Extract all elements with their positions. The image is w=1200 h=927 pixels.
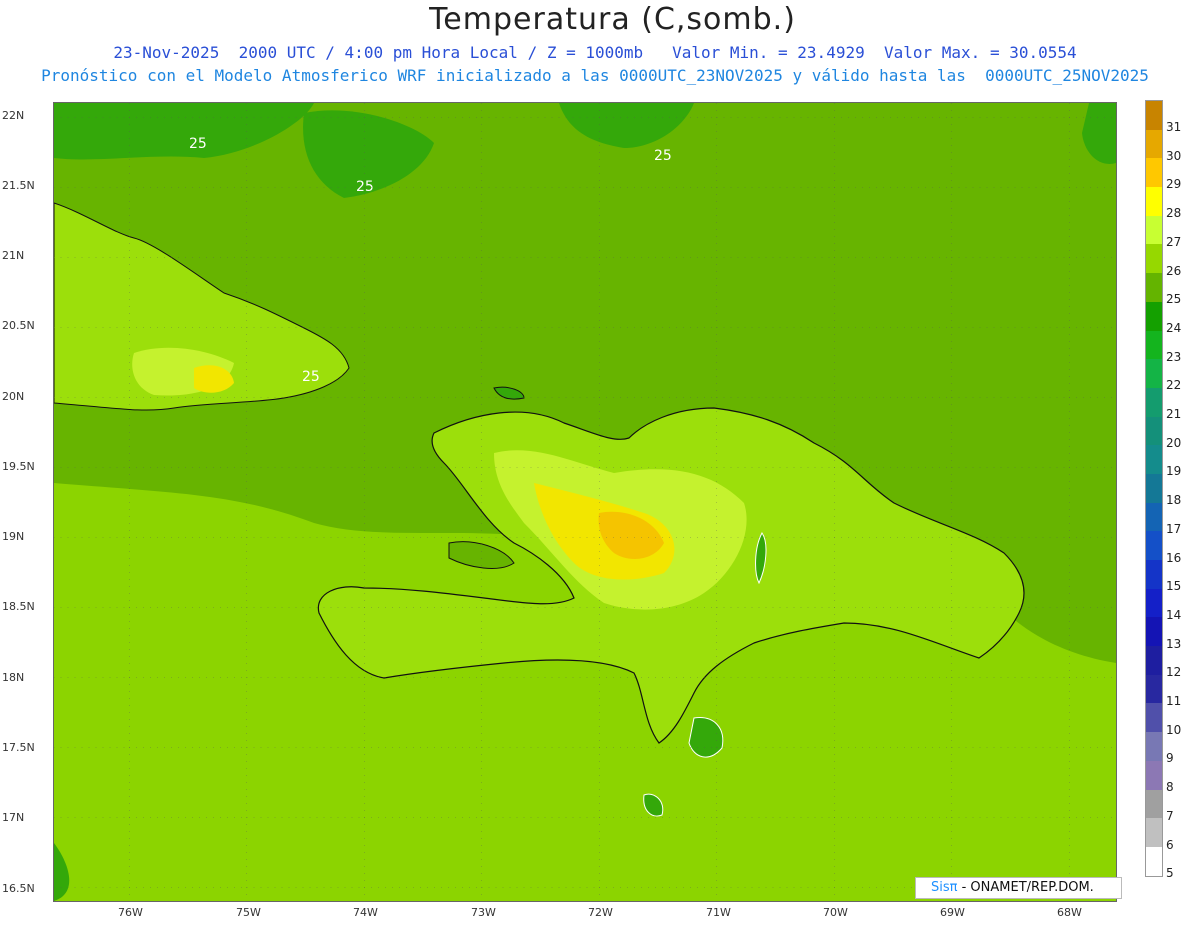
lat-label: 21.5N <box>2 179 35 192</box>
colorbar-label: 21 <box>1166 407 1182 421</box>
colorbar-label: 28 <box>1166 206 1182 221</box>
colorbar-cell <box>1145 301 1163 331</box>
colorbar-label: 18 <box>1166 493 1182 508</box>
colorbar-cell <box>1145 244 1163 274</box>
colorbar-cell <box>1145 387 1163 417</box>
colorbar-label: 23 <box>1166 349 1182 364</box>
colorbar-cell <box>1145 531 1163 560</box>
colorbar-cell <box>1145 158 1163 188</box>
colorbar-cell <box>1145 760 1163 790</box>
map-title: Temperatura (C,somb.) <box>429 2 796 37</box>
colorbar-cell <box>1145 674 1163 704</box>
colorbar-cell <box>1145 359 1163 388</box>
lat-label: 22N <box>2 109 25 122</box>
colorbar-cell <box>1145 473 1163 503</box>
colorbar-label: 27 <box>1166 234 1182 249</box>
lat-label: 17N <box>2 811 25 824</box>
colorbar-label: 13 <box>1166 636 1182 651</box>
lat-label: 19.5N <box>2 460 35 473</box>
colorbar-cell <box>1145 100 1163 130</box>
lat-label: 18.5N <box>2 600 35 613</box>
colorbar-cell <box>1145 588 1163 618</box>
lat-label: 16.5N <box>2 882 35 895</box>
lat-label: 20N <box>2 390 25 403</box>
colorbar-cell <box>1145 846 1163 877</box>
lat-label: 18N <box>2 671 25 684</box>
colorbar-cell <box>1145 416 1163 446</box>
lon-label: 68W <box>1057 906 1082 919</box>
colorbar-cell <box>1145 445 1163 474</box>
colorbar-label: 12 <box>1166 665 1182 680</box>
colorbar-label: 11 <box>1166 694 1182 708</box>
colorbar-label: 6 <box>1166 837 1174 852</box>
colorbar-cell <box>1145 330 1163 360</box>
graticule <box>54 103 1116 901</box>
credit-text: - ONAMET/REP.DOM. <box>957 880 1094 895</box>
colorbar-label: 8 <box>1166 780 1174 795</box>
lat-label: 21N <box>2 249 25 262</box>
colorbar-cell <box>1145 617 1163 647</box>
credit-box: Sisπ - ONAMET/REP.DOM. <box>915 877 1122 899</box>
colorbar-label: 20 <box>1166 435 1182 450</box>
colorbar-label: 16 <box>1166 550 1182 565</box>
subtitle-model-info: Pronóstico con el Modelo Atmosferico WRF… <box>41 66 1149 85</box>
lon-label: 74W <box>353 906 378 919</box>
colorbar-cell <box>1145 502 1163 532</box>
colorbar-label: 31 <box>1166 120 1182 134</box>
colorbar-cell <box>1145 703 1163 733</box>
colorbar-cell <box>1145 560 1163 589</box>
colorbar-label: 29 <box>1166 177 1182 192</box>
lon-label: 70W <box>823 906 848 919</box>
colorbar-cell <box>1145 273 1163 302</box>
lat-label: 20.5N <box>2 319 35 332</box>
colorbar-cell <box>1145 187 1163 216</box>
colorbar-cell <box>1145 732 1163 761</box>
lon-label: 73W <box>471 906 496 919</box>
lon-label: 71W <box>706 906 731 919</box>
colorbar-label: 10 <box>1166 722 1182 737</box>
colorbar-label: 14 <box>1166 607 1182 622</box>
colorbar-label: 22 <box>1166 378 1182 393</box>
colorbar-label: 9 <box>1166 751 1174 766</box>
temperature-map: 25 25 25 25 <box>53 102 1117 902</box>
colorbar-cell <box>1145 215 1163 245</box>
lon-label: 75W <box>236 906 261 919</box>
colorbar <box>1145 100 1163 877</box>
lon-label: 69W <box>940 906 965 919</box>
subtitle-run-info: 23-Nov-2025 2000 UTC / 4:00 pm Hora Loca… <box>113 43 1077 62</box>
colorbar-label: 30 <box>1166 148 1182 163</box>
colorbar-label: 24 <box>1166 320 1182 335</box>
lon-label: 72W <box>588 906 613 919</box>
colorbar-cell <box>1145 129 1163 159</box>
colorbar-label: 7 <box>1166 808 1174 823</box>
lat-label: 19N <box>2 530 25 543</box>
colorbar-label: 5 <box>1166 866 1174 881</box>
colorbar-label: 17 <box>1166 521 1182 536</box>
lon-label: 76W <box>118 906 143 919</box>
lat-label: 17.5N <box>2 741 35 754</box>
colorbar-label: 25 <box>1166 292 1182 307</box>
colorbar-cell <box>1145 646 1163 675</box>
credit-brand: Sisπ <box>931 880 958 895</box>
colorbar-cell <box>1145 818 1163 847</box>
colorbar-label: 26 <box>1166 263 1182 278</box>
colorbar-cell <box>1145 789 1163 819</box>
colorbar-label: 19 <box>1166 464 1182 479</box>
colorbar-label: 15 <box>1166 579 1182 594</box>
